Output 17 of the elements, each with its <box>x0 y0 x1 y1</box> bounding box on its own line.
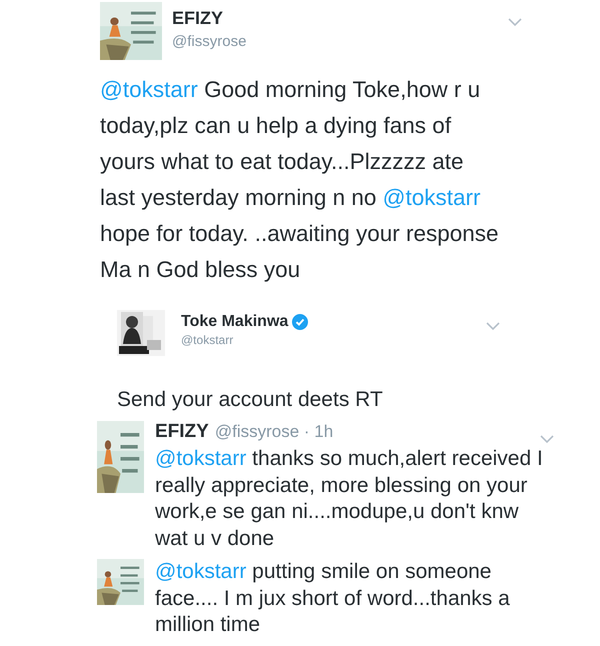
mention-link[interactable]: @tokstarr <box>382 185 481 210</box>
user-handle: @fissyrose <box>172 33 248 50</box>
tweet-text: @tokstarr thanks so much,alert received I really appreciate, more blessing on your work,e se gan ni....modupe,u don't knw wat u v done <box>155 446 544 552</box>
tweet-text: @tokstarr putting smile on someone face.... I m jux short of word...thanks a million time <box>155 559 511 638</box>
mention-link[interactable]: @tokstarr <box>155 447 246 470</box>
chevron-down-icon[interactable] <box>540 435 554 443</box>
user-name: EFIZY <box>155 421 209 443</box>
chevron-down-icon[interactable] <box>486 322 500 330</box>
user-handle: @tokstarr <box>181 333 234 347</box>
chevron-down-icon[interactable] <box>508 18 522 26</box>
user-name: Toke Makinwa <box>181 313 288 331</box>
user-name: EFIZY <box>172 8 224 29</box>
tweet-text: @tokstarr Good morning Toke,how r u today,plz can u help a dying fans of yours what to eat today...Plzzzzz ate last yesterday morning n no @tokstarr hope for today. ..awaiting your response Ma n God bless you <box>100 76 500 284</box>
mention-link[interactable]: @tokstarr <box>155 560 246 583</box>
tweet-text: Send your account deets RT <box>117 388 384 412</box>
mention-link[interactable]: @tokstarr <box>100 77 198 102</box>
user-handle: @fissyrose · 1h <box>214 422 334 442</box>
